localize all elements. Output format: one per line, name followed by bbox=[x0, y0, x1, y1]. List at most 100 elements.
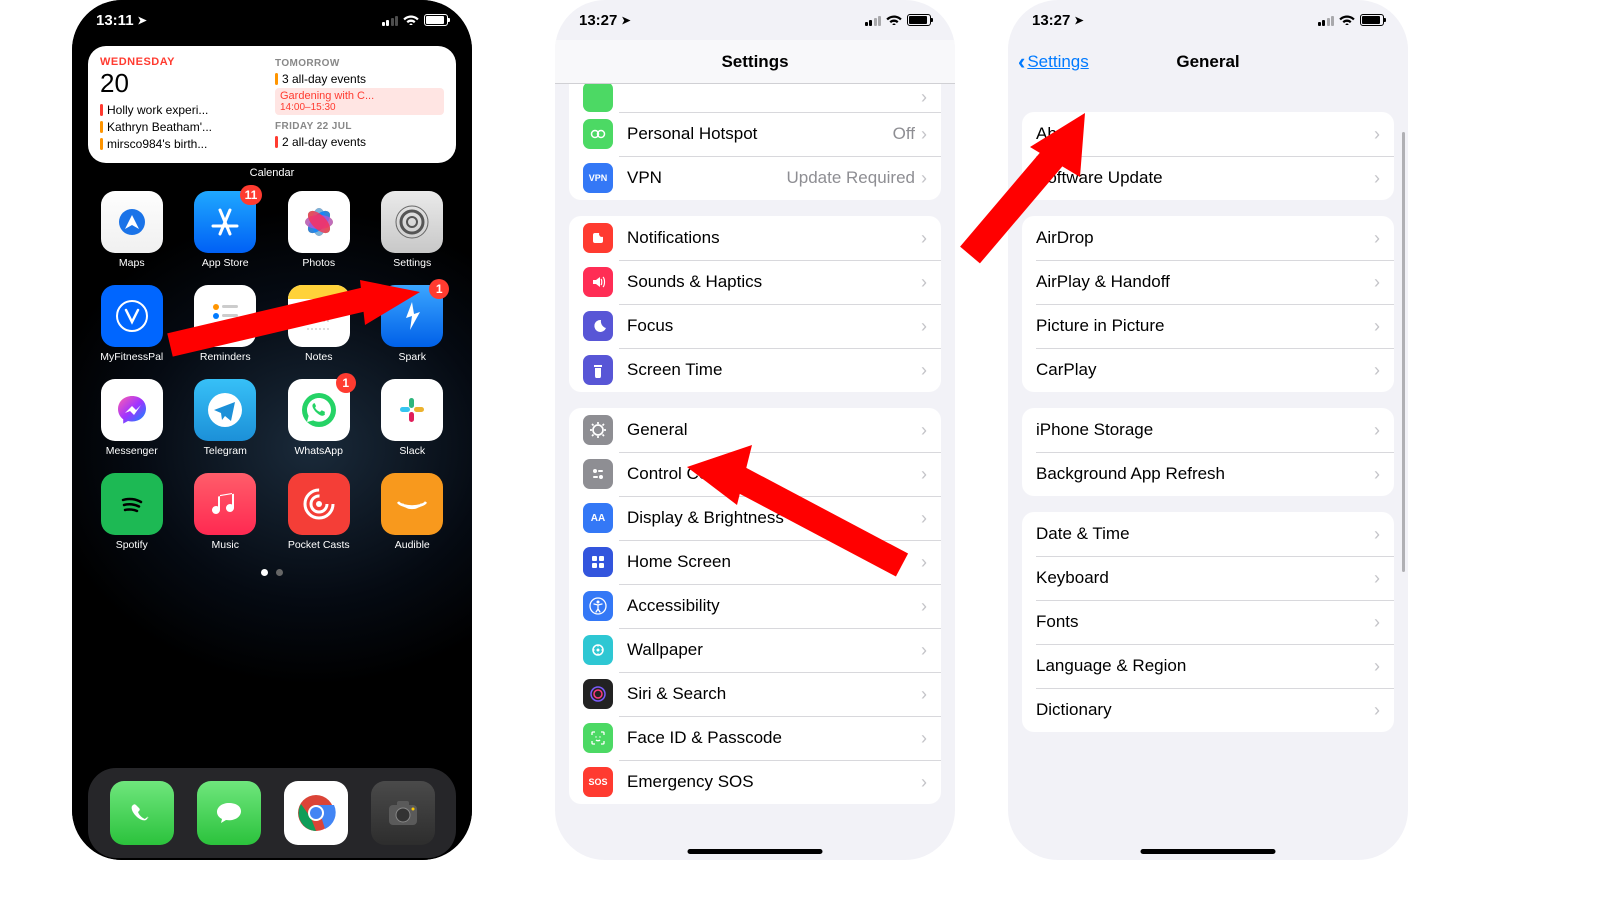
app-myfitnesspal[interactable]: MyFitnessPal bbox=[90, 285, 174, 363]
row-general[interactable]: General› bbox=[569, 408, 941, 452]
row-vpn[interactable]: VPN VPN Update Required › bbox=[569, 156, 941, 200]
messenger-icon bbox=[101, 379, 163, 441]
chevron-right-icon: › bbox=[1374, 656, 1380, 677]
app-reminders[interactable]: Reminders bbox=[184, 285, 268, 363]
row-display-brightness[interactable]: AADisplay & Brightness› bbox=[569, 496, 941, 540]
row-about[interactable]: About› bbox=[1022, 112, 1394, 156]
calendar-widget[interactable]: WEDNESDAY 20 Holly work experi... Kathry… bbox=[88, 46, 456, 163]
app-pocketcasts[interactable]: Pocket Casts bbox=[277, 473, 361, 551]
cell-signal-icon bbox=[865, 15, 882, 26]
row-mobile-data-partial[interactable]: › bbox=[569, 84, 941, 112]
chevron-right-icon: › bbox=[1374, 360, 1380, 381]
row-emergency-sos[interactable]: SOSEmergency SOS› bbox=[569, 760, 941, 804]
row-focus[interactable]: Focus› bbox=[569, 304, 941, 348]
row-picture-in-picture[interactable]: Picture in Picture› bbox=[1022, 304, 1394, 348]
location-icon: ➤ bbox=[621, 14, 630, 27]
chevron-right-icon: › bbox=[1374, 168, 1380, 189]
sos-icon: SOS bbox=[583, 767, 613, 797]
settings-list[interactable]: › Personal Hotspot Off › VPN VPN Update … bbox=[555, 84, 955, 860]
row-accessibility[interactable]: Accessibility› bbox=[569, 584, 941, 628]
app-audible[interactable]: Audible bbox=[371, 473, 455, 551]
app-maps[interactable]: Maps bbox=[90, 191, 174, 269]
app-chrome[interactable] bbox=[284, 781, 348, 845]
row-sounds-haptics[interactable]: Sounds & Haptics› bbox=[569, 260, 941, 304]
whatsapp-badge: 1 bbox=[336, 373, 356, 393]
chevron-right-icon: › bbox=[1374, 316, 1380, 337]
row-background-app-refresh[interactable]: Background App Refresh› bbox=[1022, 452, 1394, 496]
back-button[interactable]: ‹Settings bbox=[1018, 49, 1089, 75]
dock bbox=[88, 768, 456, 858]
row-airplay-handoff[interactable]: AirPlay & Handoff› bbox=[1022, 260, 1394, 304]
chevron-right-icon: › bbox=[921, 728, 927, 749]
chevron-right-icon: › bbox=[1374, 612, 1380, 633]
app-settings[interactable]: Settings bbox=[371, 191, 455, 269]
app-photos[interactable]: Photos bbox=[277, 191, 361, 269]
general-icon bbox=[583, 415, 613, 445]
app-messenger[interactable]: Messenger bbox=[90, 379, 174, 457]
chevron-right-icon: › bbox=[921, 228, 927, 249]
chevron-right-icon: › bbox=[1374, 228, 1380, 249]
screenshot-settings-root: 13:27 ➤ Settings › Personal Hotspot Off ›… bbox=[555, 0, 955, 860]
row-faceid[interactable]: Face ID & Passcode› bbox=[569, 716, 941, 760]
spark-icon: 1 bbox=[381, 285, 443, 347]
app-spark[interactable]: 1Spark bbox=[371, 285, 455, 363]
general-list[interactable]: About› Software Update› AirDrop› AirPlay… bbox=[1008, 84, 1408, 860]
chevron-right-icon: › bbox=[921, 464, 927, 485]
app-music[interactable]: Music bbox=[184, 473, 268, 551]
row-control-centre[interactable]: Control Centre› bbox=[569, 452, 941, 496]
screenshot-home-screen: 13:11 ➤ WEDNESDAY 20 Holly work experi..… bbox=[72, 0, 472, 860]
row-detail: Off bbox=[893, 124, 915, 144]
row-screen-time[interactable]: Screen Time› bbox=[569, 348, 941, 392]
clock: 13:27 bbox=[579, 12, 617, 29]
chevron-right-icon: › bbox=[921, 508, 927, 529]
chevron-right-icon: › bbox=[921, 168, 927, 189]
appstore-icon: 11 bbox=[194, 191, 256, 253]
focus-icon bbox=[583, 311, 613, 341]
widget-date-number: 20 bbox=[100, 68, 269, 99]
row-dictionary[interactable]: Dictionary› bbox=[1022, 688, 1394, 732]
widget-name-label: Calendar bbox=[72, 167, 472, 179]
chevron-left-icon: ‹ bbox=[1018, 49, 1025, 75]
nav-bar: ‹Settings General bbox=[1008, 40, 1408, 84]
app-notes[interactable]: Notes bbox=[277, 285, 361, 363]
home-indicator[interactable] bbox=[688, 849, 823, 854]
nav-bar: Settings bbox=[555, 40, 955, 84]
app-telegram[interactable]: Telegram bbox=[184, 379, 268, 457]
chevron-right-icon: › bbox=[921, 640, 927, 661]
row-software-update[interactable]: Software Update› bbox=[1022, 156, 1394, 200]
row-siri-search[interactable]: Siri & Search› bbox=[569, 672, 941, 716]
row-keyboard[interactable]: Keyboard› bbox=[1022, 556, 1394, 600]
faceid-icon bbox=[583, 723, 613, 753]
controlcentre-icon bbox=[583, 459, 613, 489]
vpn-icon: VPN bbox=[583, 163, 613, 193]
cell-signal-icon bbox=[382, 15, 399, 26]
app-camera[interactable] bbox=[371, 781, 435, 845]
row-language-region[interactable]: Language & Region› bbox=[1022, 644, 1394, 688]
app-spotify[interactable]: Spotify bbox=[90, 473, 174, 551]
app-slack[interactable]: Slack bbox=[371, 379, 455, 457]
app-phone[interactable] bbox=[110, 781, 174, 845]
row-personal-hotspot[interactable]: Personal Hotspot Off › bbox=[569, 112, 941, 156]
row-carplay[interactable]: CarPlay› bbox=[1022, 348, 1394, 392]
row-date-time[interactable]: Date & Time› bbox=[1022, 512, 1394, 556]
row-wallpaper[interactable]: Wallpaper› bbox=[569, 628, 941, 672]
row-fonts[interactable]: Fonts› bbox=[1022, 600, 1394, 644]
row-home-screen[interactable]: Home Screen› bbox=[569, 540, 941, 584]
slack-icon bbox=[381, 379, 443, 441]
maps-icon bbox=[101, 191, 163, 253]
row-iphone-storage[interactable]: iPhone Storage› bbox=[1022, 408, 1394, 452]
app-messages[interactable] bbox=[197, 781, 261, 845]
chevron-right-icon: › bbox=[921, 420, 927, 441]
widget-event: Holly work experi... bbox=[100, 103, 269, 117]
wifi-icon bbox=[403, 13, 419, 27]
row-notifications[interactable]: Notifications› bbox=[569, 216, 941, 260]
app-whatsapp[interactable]: 1WhatsApp bbox=[277, 379, 361, 457]
chevron-right-icon: › bbox=[921, 552, 927, 573]
wifi-icon bbox=[1339, 13, 1355, 27]
home-indicator[interactable] bbox=[1141, 849, 1276, 854]
app-appstore[interactable]: 11App Store bbox=[184, 191, 268, 269]
widget-tomorrow-head: TOMORROW bbox=[275, 58, 444, 69]
pocketcasts-icon bbox=[288, 473, 350, 535]
row-airdrop[interactable]: AirDrop› bbox=[1022, 216, 1394, 260]
page-indicator[interactable] bbox=[72, 569, 472, 576]
